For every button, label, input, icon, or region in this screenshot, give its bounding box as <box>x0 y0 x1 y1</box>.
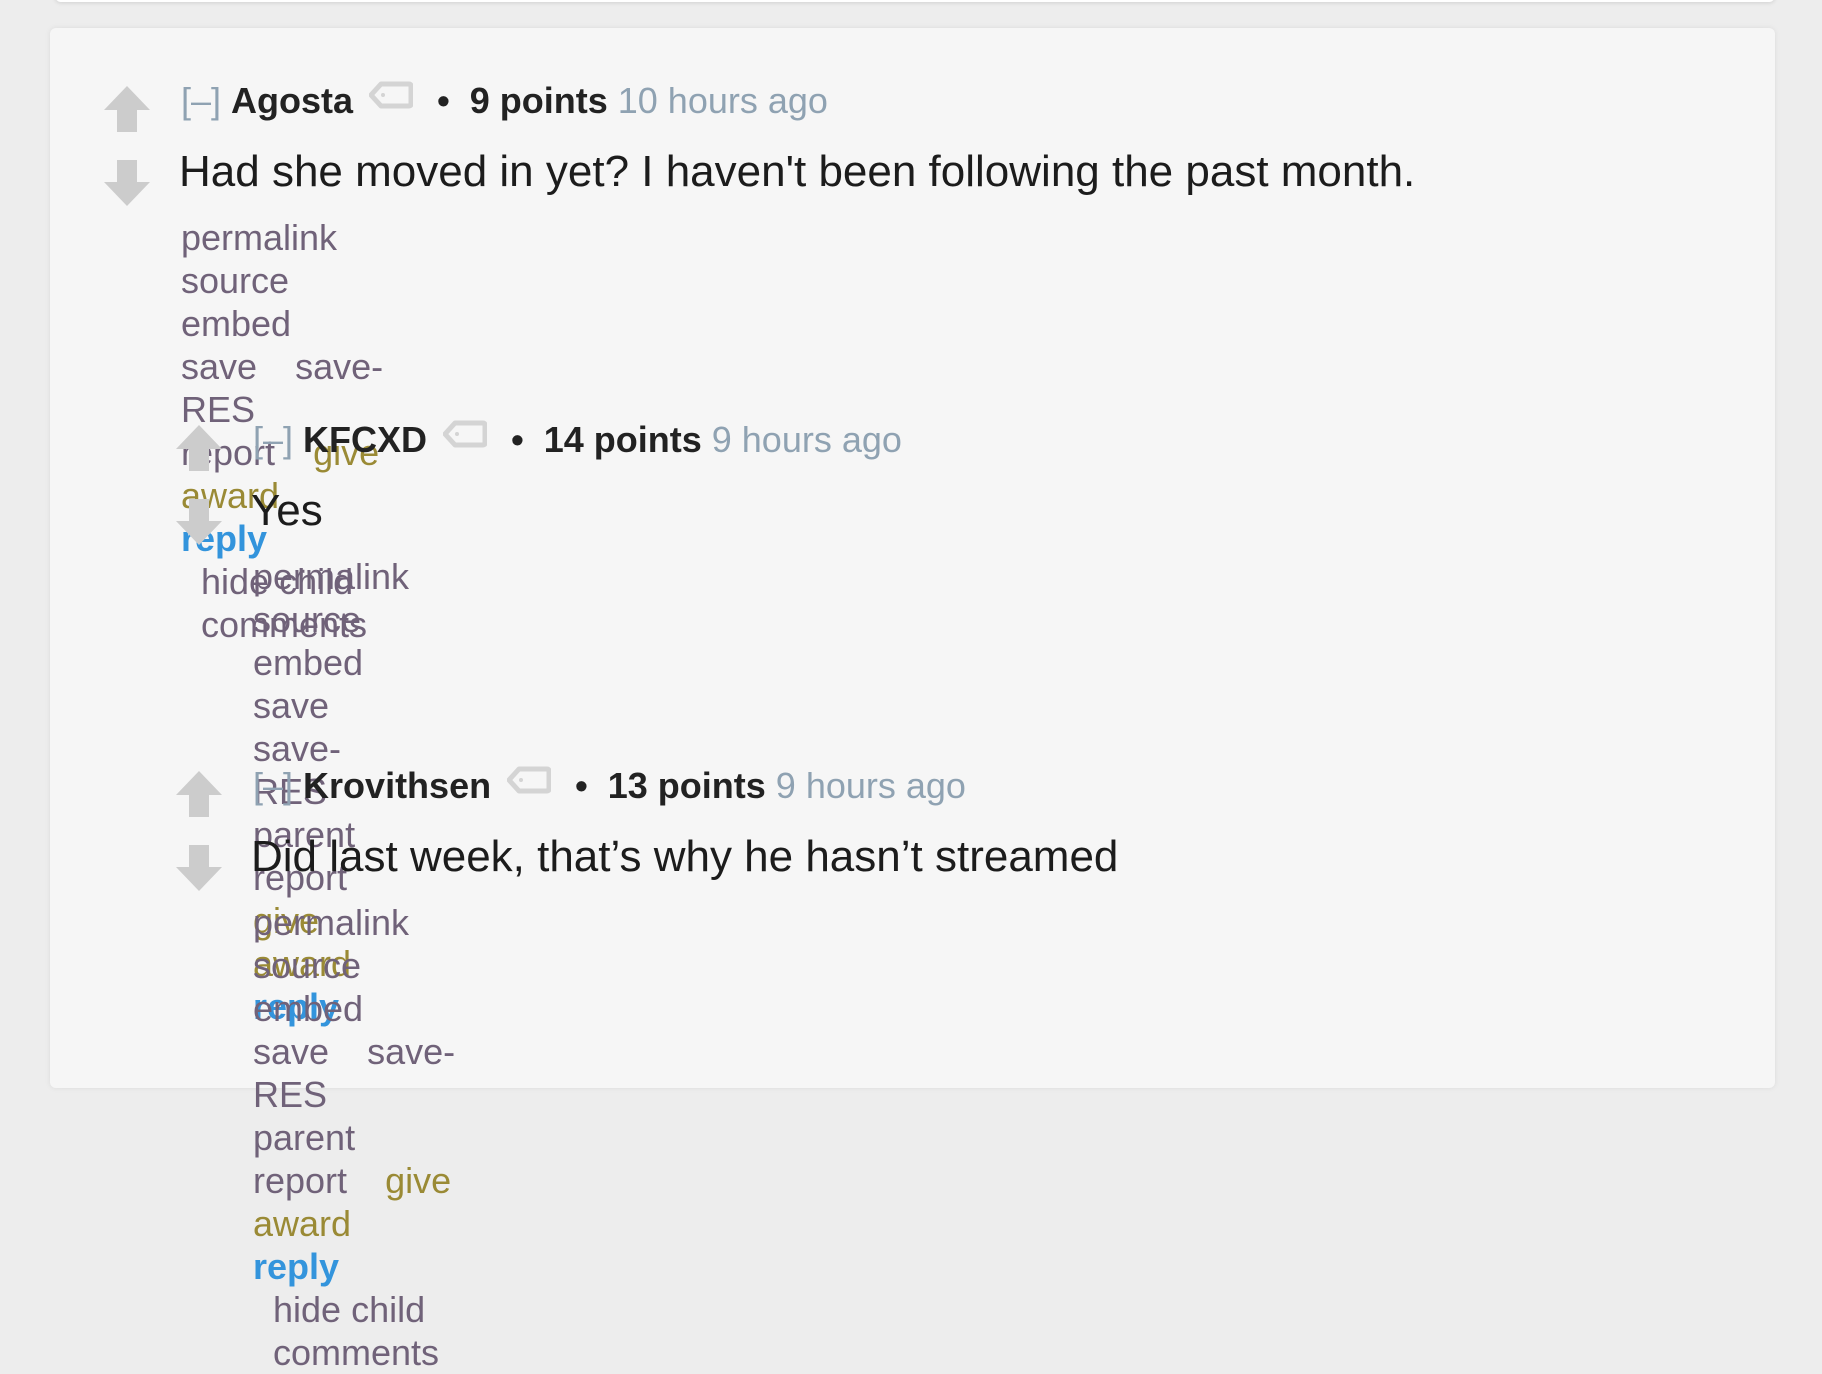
parent-link[interactable]: parent <box>253 1117 355 1158</box>
save-link[interactable]: save <box>181 346 257 387</box>
comment-timestamp: 10 hours ago <box>617 80 828 121</box>
embed-link[interactable]: embed <box>181 303 291 344</box>
comment-timestamp: 9 hours ago <box>775 765 966 806</box>
user-tag-icon[interactable] <box>442 413 488 459</box>
collapse-toggle[interactable]: [–] <box>253 765 293 806</box>
collapse-toggle[interactable]: [–] <box>181 80 221 121</box>
reply-link[interactable]: reply <box>253 1246 339 1287</box>
source-link[interactable]: source <box>253 945 361 986</box>
comment-score: 9 points <box>469 80 608 121</box>
comment-tagline: [–] Agosta • 9 points 10 hours ago <box>181 78 828 126</box>
upvote-arrow-icon[interactable] <box>175 771 223 817</box>
comment-thread-card: [–] Agosta • 9 points 10 hours ago Had s… <box>50 28 1775 1373</box>
save-link[interactable]: save <box>253 685 329 726</box>
comment-timestamp: 9 hours ago <box>711 419 902 460</box>
upvote-arrow-icon[interactable] <box>103 86 151 132</box>
previous-comment-card <box>55 0 1775 2</box>
source-link[interactable]: source <box>253 599 361 640</box>
comment-score: 13 points <box>607 765 766 806</box>
permalink-link[interactable]: permalink <box>253 556 409 597</box>
separator-bullet: • <box>437 80 450 121</box>
collapse-toggle[interactable]: [–] <box>253 419 293 460</box>
author-link[interactable]: Krovithsen <box>303 765 491 806</box>
comment-actions: permalink source embed save save-RES par… <box>253 901 467 1374</box>
downvote-arrow-icon[interactable] <box>103 160 151 206</box>
separator-bullet: • <box>575 765 588 806</box>
comment-tagline: [–] KFCXD • 14 points 9 hours ago <box>253 417 902 465</box>
comment-body: Did last week, that’s why he hasn’t stre… <box>251 832 1119 881</box>
author-link[interactable]: Agosta <box>231 80 353 121</box>
separator-bullet: • <box>511 419 524 460</box>
user-tag-icon[interactable] <box>368 74 414 120</box>
save-link[interactable]: save <box>253 1031 329 1072</box>
downvote-arrow-icon[interactable] <box>175 845 223 891</box>
downvote-arrow-icon[interactable] <box>175 499 223 545</box>
permalink-link[interactable]: permalink <box>181 217 337 258</box>
comment-score: 14 points <box>543 419 702 460</box>
embed-link[interactable]: embed <box>253 642 363 683</box>
user-tag-icon[interactable] <box>506 759 552 805</box>
source-link[interactable]: source <box>181 260 289 301</box>
comment-body: Had she moved in yet? I haven't been fol… <box>179 147 1416 196</box>
comment-body: Yes <box>251 486 323 535</box>
hide-child-comments-link[interactable]: hide child comments <box>273 1288 439 1374</box>
embed-link[interactable]: embed <box>253 988 363 1029</box>
comment-tagline: [–] Krovithsen • 13 points 9 hours ago <box>253 763 966 811</box>
upvote-arrow-icon[interactable] <box>175 425 223 471</box>
author-link[interactable]: KFCXD <box>303 419 427 460</box>
permalink-link[interactable]: permalink <box>253 902 409 943</box>
report-link[interactable]: report <box>253 1160 347 1201</box>
